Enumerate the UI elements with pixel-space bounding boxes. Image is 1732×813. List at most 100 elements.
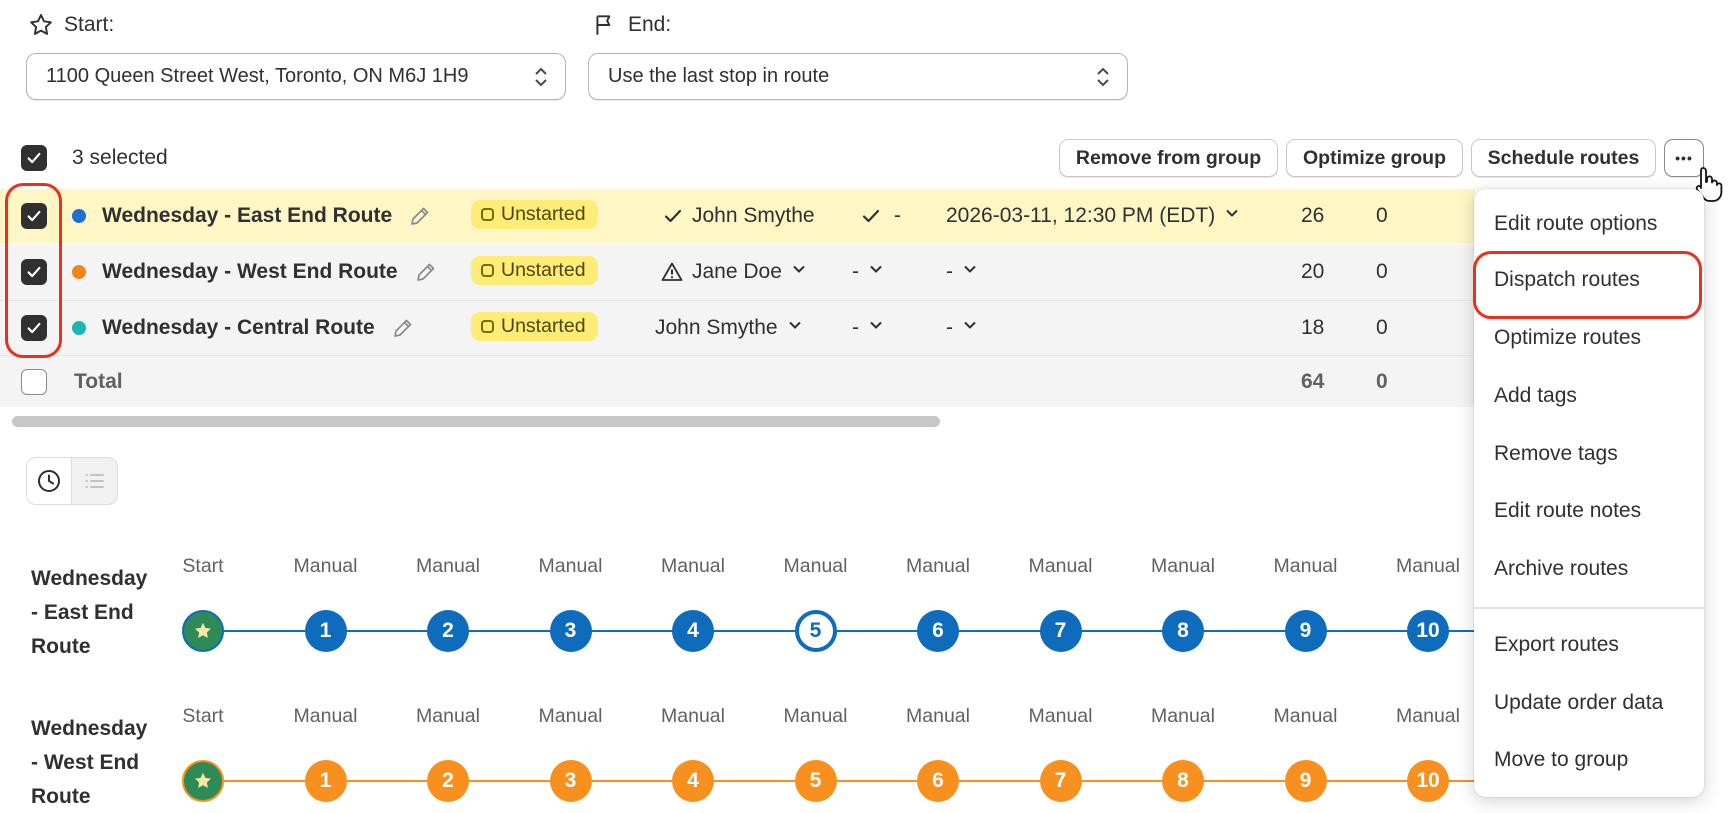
timeline-stop[interactable]: 6 bbox=[917, 760, 959, 802]
stops-count: 20 bbox=[1301, 260, 1325, 283]
menu-item-optimize-routes[interactable]: Optimize routes bbox=[1494, 326, 1641, 350]
optimize-group-button[interactable]: Optimize group bbox=[1286, 139, 1463, 177]
menu-item-export-routes[interactable]: Export routes bbox=[1494, 633, 1619, 657]
vehicle-value: - bbox=[894, 204, 901, 227]
timeline-stop[interactable]: 8 bbox=[1162, 760, 1204, 802]
start-time-value: - bbox=[946, 260, 953, 283]
start-time-value: - bbox=[946, 316, 953, 339]
driver-select[interactable]: John Smythe bbox=[662, 204, 815, 228]
total-row-checkbox[interactable] bbox=[21, 369, 47, 395]
menu-item-update-order-data[interactable]: Update order data bbox=[1494, 691, 1663, 715]
timeline-stop-label: Manual bbox=[416, 705, 480, 727]
route-row-west-end[interactable]: Wednesday - West End Route Unstarted Jan… bbox=[0, 245, 1475, 300]
timeline-stop[interactable]: 9 bbox=[1284, 610, 1327, 652]
status-badge: Unstarted bbox=[471, 200, 598, 229]
timeline-stop[interactable]: 2 bbox=[427, 760, 469, 802]
route-color-dot bbox=[72, 265, 86, 279]
timeline-stop[interactable]: 10 bbox=[1407, 610, 1449, 652]
timeline-stop[interactable]: 3 bbox=[549, 610, 592, 652]
driver-select[interactable]: John Smythe bbox=[655, 316, 804, 340]
start-label-text: Start: bbox=[64, 13, 115, 36]
menu-item-move-to-group[interactable]: Move to group bbox=[1494, 748, 1628, 772]
timeline-stop-label: Manual bbox=[906, 705, 970, 727]
timeline-stop[interactable]: 3 bbox=[549, 760, 592, 802]
timeline-connector-line bbox=[203, 630, 1474, 632]
list-view-button[interactable] bbox=[72, 458, 117, 504]
timeline-route-name-line: Wednesday bbox=[31, 567, 148, 590]
select-all-checkbox[interactable] bbox=[21, 145, 47, 171]
checkbox-highlight-annotation bbox=[5, 183, 62, 358]
end-location-value: Use the last stop in route bbox=[608, 65, 830, 87]
clock-icon bbox=[38, 470, 60, 492]
timeline-start-stop[interactable] bbox=[182, 610, 224, 652]
timeline-stop[interactable]: 2 bbox=[427, 610, 469, 652]
route-name[interactable]: Wednesday - West End Route bbox=[102, 260, 398, 284]
timeline-stop[interactable]: 4 bbox=[672, 610, 714, 652]
timeline-stop[interactable]: 1 bbox=[304, 760, 347, 802]
timeline-stop[interactable]: 5 bbox=[794, 610, 837, 652]
flag-icon bbox=[596, 15, 611, 35]
vehicle-select[interactable]: - bbox=[852, 260, 885, 284]
menu-item-add-tags[interactable]: Add tags bbox=[1494, 384, 1577, 408]
route-row-east-end[interactable]: Wednesday - East End Route Unstarted Joh… bbox=[0, 189, 1475, 244]
chevron-down-icon bbox=[1223, 204, 1241, 228]
pencil-icon[interactable] bbox=[391, 316, 415, 340]
chevron-down-icon bbox=[961, 260, 979, 284]
timeline-route-name: Wednesday - West End Route bbox=[31, 712, 147, 813]
timeline-stop[interactable]: 8 bbox=[1162, 610, 1204, 652]
vehicle-select[interactable]: - bbox=[860, 204, 901, 228]
timeline-stop-label: Manual bbox=[783, 555, 848, 577]
timeline-stop[interactable]: 7 bbox=[1039, 610, 1082, 652]
timeline-stop-label: Manual bbox=[1028, 555, 1093, 577]
status-badge: Unstarted bbox=[471, 256, 598, 285]
start-location-select[interactable]: 1100 Queen Street West, Toronto, ON M6J … bbox=[26, 53, 566, 100]
menu-divider bbox=[1474, 607, 1704, 609]
timeline-start-stop[interactable] bbox=[182, 760, 224, 802]
timeline-stop-label: Manual bbox=[1273, 555, 1338, 577]
start-time-select[interactable]: - bbox=[946, 316, 979, 340]
driver-select[interactable]: Jane Doe bbox=[660, 260, 808, 284]
timeline-stop[interactable]: 4 bbox=[672, 760, 714, 802]
pencil-icon[interactable] bbox=[408, 204, 432, 228]
timeline-stop[interactable]: 1 bbox=[304, 610, 347, 652]
list-icon bbox=[85, 474, 104, 488]
route-row-central[interactable]: Wednesday - Central Route Unstarted John… bbox=[0, 300, 1475, 355]
timeline-view-button[interactable] bbox=[27, 458, 73, 504]
schedule-routes-button[interactable]: Schedule routes bbox=[1471, 139, 1656, 177]
chevron-down-icon bbox=[790, 260, 808, 284]
star-icon bbox=[30, 14, 52, 35]
start-time-select[interactable]: 2026-03-11, 12:30 PM (EDT) bbox=[946, 204, 1241, 228]
stops-count: 18 bbox=[1301, 316, 1325, 339]
vehicle-value: - bbox=[852, 260, 859, 283]
star-icon bbox=[195, 772, 211, 788]
timeline-stop[interactable]: 5 bbox=[794, 760, 837, 802]
stops-count: 26 bbox=[1301, 204, 1325, 227]
menu-item-edit-route-options[interactable]: Edit route options bbox=[1494, 212, 1657, 236]
timeline-stop[interactable]: 7 bbox=[1039, 760, 1082, 802]
timeline-connector-line bbox=[203, 780, 1474, 782]
horizontal-scrollbar[interactable] bbox=[12, 416, 940, 427]
menu-item-remove-tags[interactable]: Remove tags bbox=[1494, 442, 1618, 466]
dispatch-routes-highlight-annotation bbox=[1473, 251, 1702, 319]
vehicle-select[interactable]: - bbox=[852, 316, 885, 340]
menu-item-edit-route-notes[interactable]: Edit route notes bbox=[1494, 499, 1641, 523]
route-name[interactable]: Wednesday - East End Route bbox=[102, 204, 392, 228]
route-name[interactable]: Wednesday - Central Route bbox=[102, 316, 375, 340]
timeline-stop[interactable]: 6 bbox=[917, 610, 959, 652]
start-time-select[interactable]: - bbox=[946, 260, 979, 284]
timeline-stop-label: Manual bbox=[661, 555, 725, 577]
menu-item-archive-routes[interactable]: Archive routes bbox=[1494, 557, 1628, 581]
check-icon bbox=[862, 209, 880, 223]
timeline-stop[interactable]: 9 bbox=[1284, 760, 1327, 802]
timeline-stop-label: Manual bbox=[661, 705, 725, 727]
checkmark-icon bbox=[27, 152, 41, 164]
pencil-icon[interactable] bbox=[414, 260, 438, 284]
timeline-stop-label: Manual bbox=[1151, 705, 1215, 727]
timeline-stop[interactable]: 10 bbox=[1407, 760, 1449, 802]
end-location-select[interactable]: Use the last stop in route bbox=[588, 53, 1128, 100]
remove-from-group-button[interactable]: Remove from group bbox=[1059, 139, 1278, 177]
timeline-stop-label: Manual bbox=[538, 705, 603, 727]
select-chevron-icon bbox=[1095, 64, 1111, 90]
timeline-stop-label: Manual bbox=[293, 705, 358, 727]
view-toggle[interactable] bbox=[26, 457, 118, 505]
